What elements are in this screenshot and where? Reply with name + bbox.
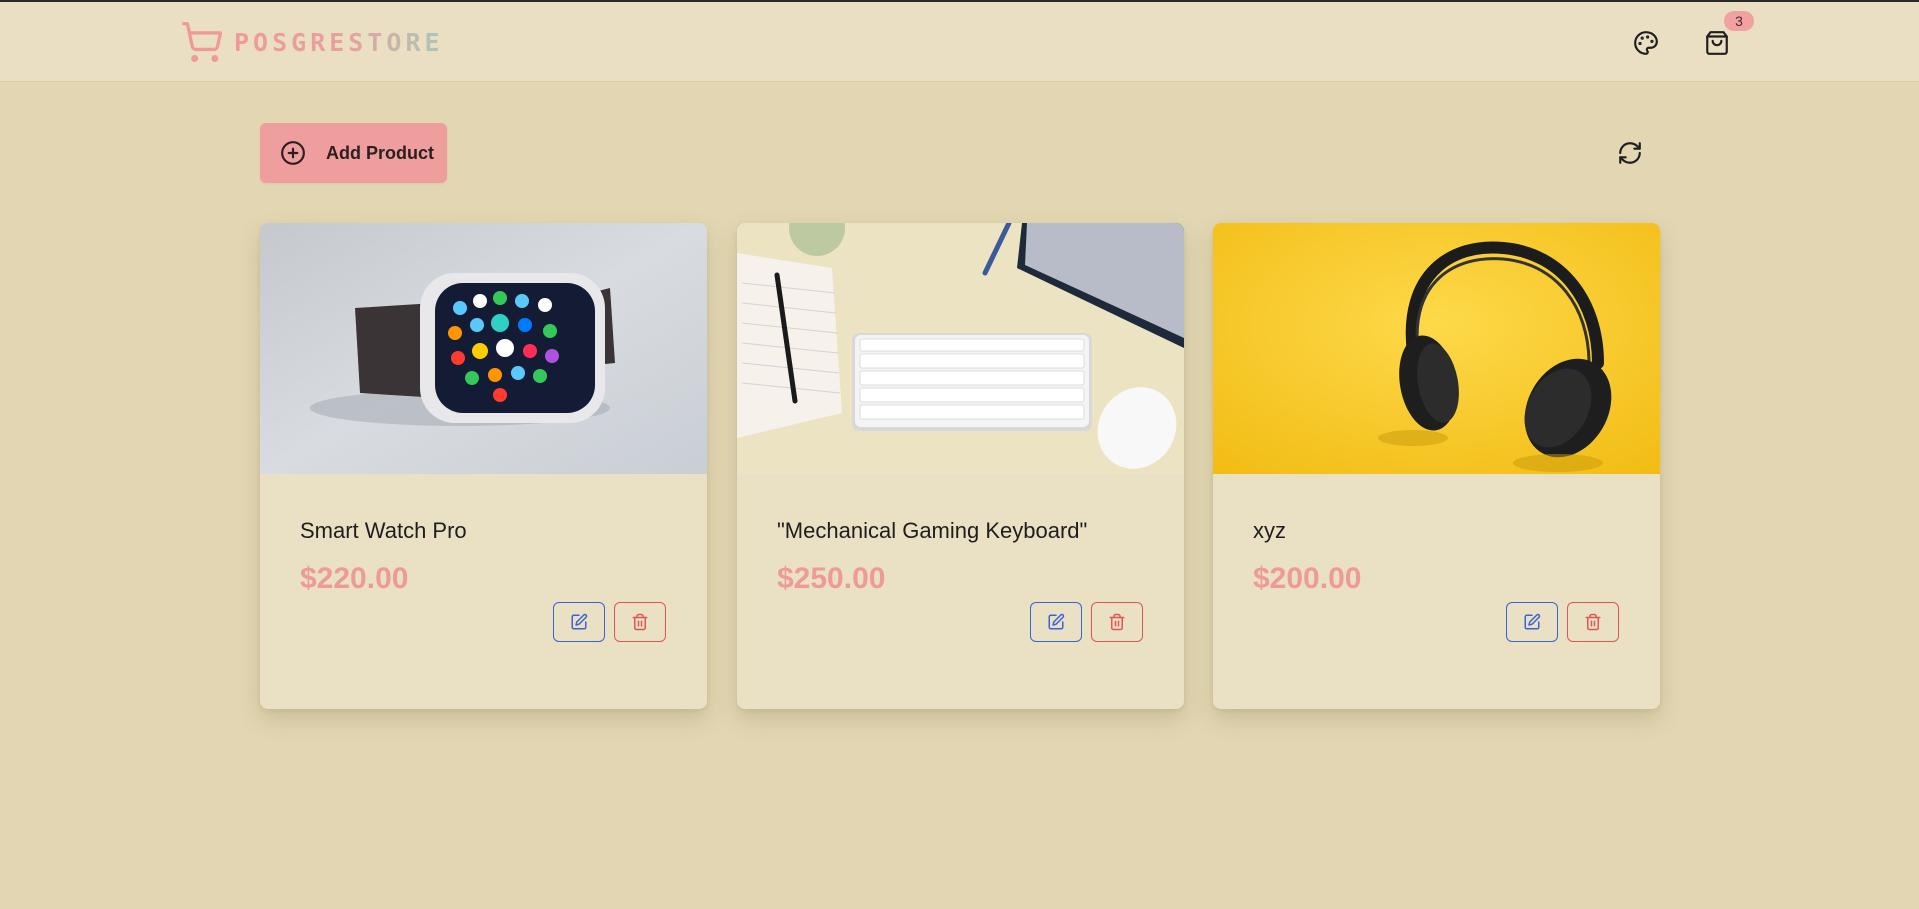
refresh-button[interactable] [1610, 133, 1650, 173]
product-price: $250.00 [777, 562, 886, 595]
edit-icon [1048, 613, 1065, 630]
palette-icon [1634, 31, 1658, 55]
trash-icon [632, 613, 648, 631]
edit-icon [571, 613, 588, 630]
plus-circle-icon [281, 141, 305, 165]
edit-product-button[interactable] [553, 602, 605, 642]
product-price: $220.00 [300, 562, 409, 595]
product-image-smartwatch [260, 223, 707, 474]
delete-product-button[interactable] [1567, 602, 1619, 642]
product-card: Smart Watch Pro $220.00 [260, 223, 707, 709]
delete-product-button[interactable] [614, 602, 666, 642]
cart-count-badge: 3 [1724, 11, 1754, 31]
edit-product-button[interactable] [1506, 602, 1558, 642]
navbar: POSGRESTORE 3 [0, 2, 1919, 82]
trash-icon [1585, 613, 1601, 631]
trash-icon [1109, 613, 1125, 631]
product-card: xyz $200.00 [1213, 223, 1660, 709]
add-product-button[interactable]: Add Product [260, 123, 447, 183]
theme-selector-button[interactable] [1626, 23, 1666, 63]
product-price: $200.00 [1253, 562, 1362, 595]
add-product-label: Add Product [326, 142, 434, 163]
brand-name: POSGRESTORE [234, 27, 444, 57]
product-image-headphones [1213, 223, 1660, 474]
brand-logo-link[interactable]: POSGRESTORE [180, 20, 444, 64]
delete-product-button[interactable] [1091, 602, 1143, 642]
refresh-icon [1619, 142, 1641, 164]
product-name: "Mechanical Gaming Keyboard" [777, 518, 1088, 543]
shopping-bag-icon [1706, 31, 1728, 55]
edit-icon [1524, 613, 1541, 630]
product-card: "Mechanical Gaming Keyboard" $250.00 [737, 223, 1184, 709]
product-image-keyboard [737, 223, 1184, 474]
shopping-cart-icon [182, 22, 223, 62]
product-name: xyz [1253, 518, 1286, 543]
edit-product-button[interactable] [1030, 602, 1082, 642]
product-name: Smart Watch Pro [300, 518, 467, 543]
